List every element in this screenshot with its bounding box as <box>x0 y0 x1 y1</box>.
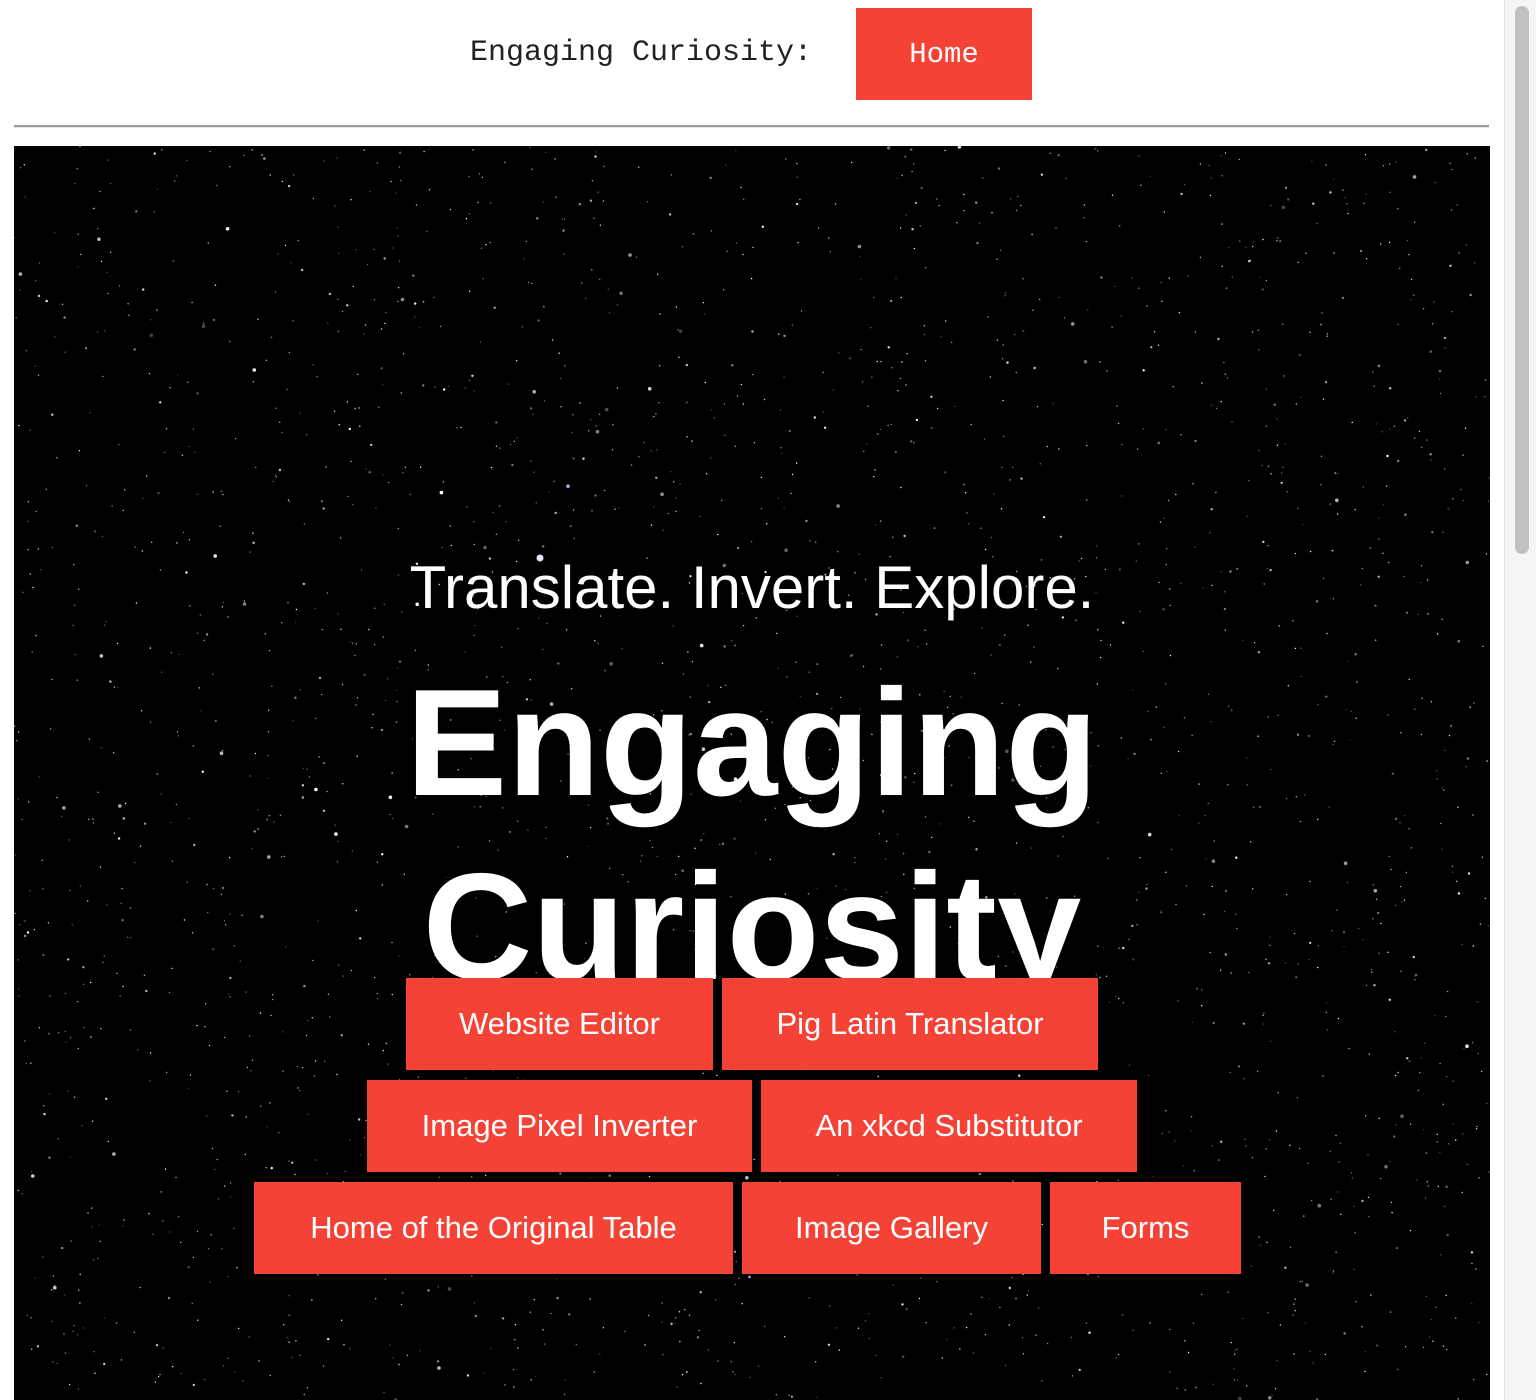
hero-title: Engaging Curiosity <box>14 651 1490 1019</box>
hero-title-line-1: Engaging <box>405 658 1099 828</box>
forms-button[interactable]: Forms <box>1050 1182 1241 1274</box>
hero-section: Translate. Invert. Explore. Engaging Cur… <box>14 146 1490 1400</box>
xkcd-substitutor-button[interactable]: An xkcd Substitutor <box>761 1080 1137 1172</box>
website-editor-button[interactable]: Website Editor <box>406 978 713 1070</box>
scrollbar-thumb[interactable] <box>1515 6 1529 554</box>
hero-tagline: Translate. Invert. Explore. <box>409 554 1095 621</box>
image-gallery-button[interactable]: Image Gallery <box>742 1182 1041 1274</box>
site-brand: Engaging Curiosity: <box>470 36 813 70</box>
vertical-scrollbar[interactable] <box>1504 0 1536 1400</box>
image-pixel-inverter-button[interactable]: Image Pixel Inverter <box>367 1080 752 1172</box>
pig-latin-translator-button[interactable]: Pig Latin Translator <box>722 978 1098 1070</box>
header-divider <box>14 125 1489 127</box>
original-table-button[interactable]: Home of the Original Table <box>254 1182 733 1274</box>
top-navigation: Engaging Curiosity: Home <box>0 0 1504 108</box>
home-button[interactable]: Home <box>856 8 1032 100</box>
